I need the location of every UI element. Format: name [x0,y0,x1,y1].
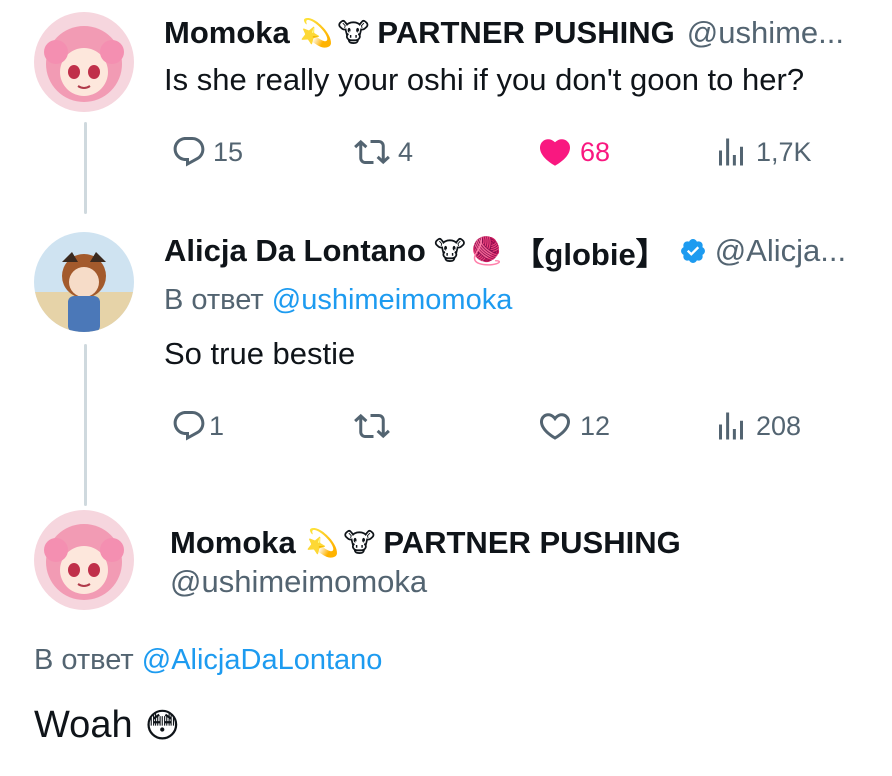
like-button[interactable]: 68 [536,134,610,170]
reply-icon [173,137,205,167]
like-button[interactable]: 12 [536,408,610,444]
author-name-suffix[interactable]: PARTNER PUSHING [377,15,674,51]
reply-to-line: В ответ @ushimeimomoka [164,284,512,317]
views-icon [719,412,743,440]
tweet-text: Is she really your oshi if you don't goo… [164,62,805,97]
author-name-suffix[interactable]: PARTNER PUSHING [383,525,680,561]
views-count: 208 [756,410,802,441]
tweet-1-actions: 15 4 68 1,7K [0,134,892,174]
retweet-count: 4 [398,136,414,167]
tweet-text: So true bestie [164,336,356,371]
tweet-2-actions: 1 12 208 [0,408,892,448]
retweet-icon [354,139,390,165]
tweet-text: Woah [34,704,133,746]
avatar-momoka[interactable] [34,510,134,610]
views-button[interactable]: 208 [712,408,801,444]
reply-button[interactable]: 1 [171,408,224,444]
reply-button[interactable]: 15 [171,134,243,170]
verified-badge-icon[interactable] [679,237,707,265]
reply-to-mention[interactable]: @ushimeimomoka [272,284,513,316]
retweet-button[interactable]: 4 [352,134,413,170]
cow-emoji-icon: 🐮 [343,527,376,558]
author-name[interactable]: Momoka [170,525,296,561]
cow-emoji-icon: 🐮 [337,17,370,48]
author-name[interactable]: Momoka [164,15,290,51]
reply-to-prefix: В ответ [164,284,264,316]
reply-to-prefix: В ответ [34,644,134,676]
tweet-1-header: Momoka 💫 🐮 PARTNER PUSHING @ushime... [164,14,844,52]
reply-to-line: В ответ @AlicjaDaLontano [34,644,382,677]
retweet-button[interactable] [352,408,398,444]
cow-emoji-icon: 🐮 [433,235,466,266]
heart-outline-icon [539,413,571,440]
heart-filled-icon [539,139,571,166]
reply-count: 1 [209,410,225,441]
author-handle[interactable]: @ushime... [687,15,844,51]
tweet-3-header: Momoka 💫 🐮 PARTNER PUSHING [170,524,681,562]
reply-count: 15 [213,136,244,167]
like-count: 68 [580,136,611,167]
author-name-suffix[interactable]: 【globie】 [513,229,666,274]
author-handle[interactable]: @ushimeimomoka [170,564,427,600]
like-count: 12 [580,410,611,441]
tweet-2-header: Alicja Da Lontano 🐮 🧶 【globie】 @Alicja..… [164,232,846,272]
reply-to-mention[interactable]: @AlicjaDaLontano [142,644,383,676]
star-emoji-icon: 💫 [299,18,334,48]
views-count: 1,7K [756,136,812,167]
flushed-emoji-icon: 😳 [144,706,181,745]
views-icon [719,138,743,166]
views-button[interactable]: 1,7K [712,134,812,170]
avatar-alicja[interactable] [34,232,134,332]
author-handle[interactable]: @Alicja... [715,233,846,269]
yarn-emoji-icon: 🧶 [469,236,504,266]
author-name[interactable]: Alicja Da Lontano [164,233,426,269]
tweet-text-row: Woah 😳 [34,704,180,747]
star-emoji-icon: 💫 [305,528,340,558]
avatar-momoka[interactable] [34,12,134,112]
retweet-icon [354,413,390,439]
reply-icon [173,411,205,441]
